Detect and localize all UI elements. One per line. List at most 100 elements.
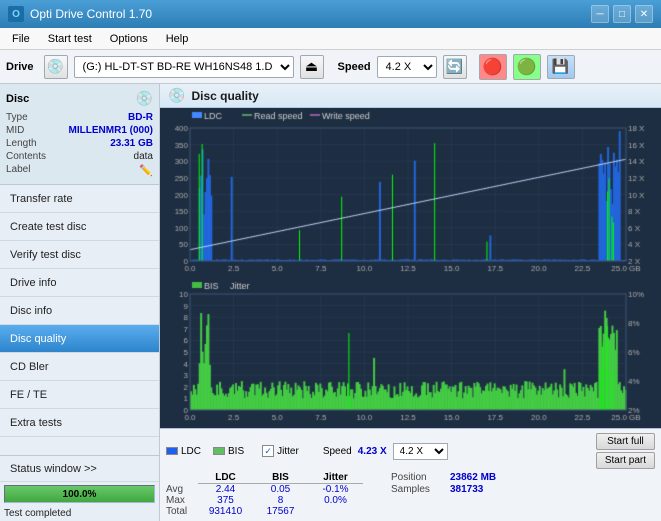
title-bar-left: O Opti Drive Control 1.70 [8,6,152,22]
speed-stat-value: 4.23 X [358,446,387,457]
toolbar: Drive 💿 (G:) HL-DT-ST BD-RE WH16NS48 1.D… [0,50,661,84]
progress-bar-container: 100.0% [4,485,155,503]
chart-ldc [160,108,661,279]
disc-mid-label: MID [6,125,24,136]
color-btn-green[interactable]: 🟢 [513,54,541,80]
stats-avg-row: Avg 2.44 0.05 -0.1% [166,484,363,496]
disc-contents-row: Contents data [6,150,153,163]
sidebar-item-cd-bler[interactable]: CD Bler [0,353,159,381]
speed-position-row: Position 23862 MB [391,472,496,483]
disc-quality-icon: 💿 [168,87,185,104]
charts-container [160,108,661,428]
drive-label: Drive [6,61,34,73]
start-full-button[interactable]: Start full [596,433,655,450]
legend-bis: BIS [213,446,244,457]
menu-options[interactable]: Options [102,31,156,47]
sidebar-item-disc-quality[interactable]: Disc quality [0,325,159,353]
disc-type-row: Type BD-R [6,111,153,124]
speed-stat-row: Speed 4.23 X 4.2 X [323,443,448,460]
main-layout: Disc 💿 Type BD-R MID MILLENMR1 (000) Len… [0,84,661,521]
disc-panel: Disc 💿 Type BD-R MID MILLENMR1 (000) Len… [0,84,159,185]
jitter-checkbox-row: ✓ Jitter [262,445,299,457]
progress-text: 100.0% [5,486,154,504]
max-jitter-value: 0.0% [308,495,363,506]
speed-select[interactable]: 4.2 X [377,56,437,78]
disc-cd-icon[interactable]: 💿 [136,90,153,107]
content-area: 💿 Disc quality LDC [160,84,661,521]
minimize-button[interactable]: ─ [591,5,609,23]
menu-start-test[interactable]: Start test [40,31,100,47]
jitter-col-header: Jitter [308,472,363,484]
bis-legend-label: BIS [228,446,244,457]
disc-quality-header: 💿 Disc quality [160,84,661,108]
position-stats: Position 23862 MB Samples 381733 [391,472,496,495]
sidebar-item-transfer-rate[interactable]: Transfer rate [0,185,159,213]
sidebar-footer: Status window >> 100.0% Test completed [0,455,159,521]
stats-table: LDC BIS Jitter Avg 2.44 0.05 -0.1% [166,472,363,517]
title-bar: O Opti Drive Control 1.70 ─ □ ✕ [0,0,661,28]
max-row-label: Max [166,495,198,506]
drive-icon-button[interactable]: 💿 [44,55,68,79]
title-bar-controls: ─ □ ✕ [591,5,653,23]
save-button[interactable]: 💾 [547,55,575,79]
stats-legend-row: LDC BIS ✓ Jitter Speed 4.23 X 4.2 X [166,433,655,469]
sidebar-item-drive-info[interactable]: Drive info [0,269,159,297]
samples-row: Samples 381733 [391,484,496,495]
sidebar-item-disc-info[interactable]: Disc info [0,297,159,325]
disc-length-row: Length 23.31 GB [6,137,153,150]
sidebar-item-fe-te[interactable]: FE / TE [0,381,159,409]
disc-mid-row: MID MILLENMR1 (000) [6,124,153,137]
disc-type-value: BD-R [128,112,153,123]
sidebar-item-verify-test-disc[interactable]: Verify test disc [0,241,159,269]
disc-quality-title: Disc quality [191,89,258,103]
disc-contents-label: Contents [6,151,46,162]
jitter-checkbox[interactable]: ✓ [262,445,274,457]
total-bis-value: 17567 [253,506,308,517]
samples-value: 381733 [450,484,483,495]
ldc-col-header: LDC [198,472,253,484]
disc-label-row: Label ✏️ [6,163,153,178]
chart-bis [160,279,661,428]
speed-stat-label: Speed [323,446,352,457]
disc-label-label: Label [6,164,30,177]
position-label: Position [391,472,446,483]
stats-legend: LDC BIS [166,446,244,457]
refresh-button[interactable]: 🔄 [443,55,467,79]
avg-ldc-value: 2.44 [198,484,253,496]
stats-total-row: Total 931410 17567 [166,506,363,517]
disc-edit-icon[interactable]: ✏️ [139,164,153,177]
disc-contents-value: data [134,151,153,162]
drive-select[interactable]: (G:) HL-DT-ST BD-RE WH16NS48 1.D3 [74,56,294,78]
menu-file[interactable]: File [4,31,38,47]
app-title: Opti Drive Control 1.70 [30,7,152,21]
maximize-button[interactable]: □ [613,5,631,23]
max-bis-value: 8 [253,495,308,506]
status-window-button[interactable]: Status window >> [0,456,159,482]
app-icon: O [8,6,24,22]
speed-stat-select[interactable]: 4.2 X [393,443,448,460]
menu-help[interactable]: Help [158,31,197,47]
ldc-legend-label: LDC [181,446,201,457]
disc-length-value: 23.31 GB [110,138,153,149]
samples-label: Samples [391,484,446,495]
avg-bis-value: 0.05 [253,484,308,496]
bis-legend-box [213,447,225,455]
total-row-label: Total [166,506,198,517]
sidebar-nav: Transfer rate Create test disc Verify te… [0,185,159,455]
bis-col-header: BIS [253,472,308,484]
total-ldc-value: 931410 [198,506,253,517]
total-jitter-value [308,506,363,517]
ldc-legend-box [166,447,178,455]
close-button[interactable]: ✕ [635,5,653,23]
sidebar-item-create-test-disc[interactable]: Create test disc [0,213,159,241]
test-completed-label: Test completed [0,506,159,521]
position-value: 23862 MB [450,472,496,483]
stats-table-row: LDC BIS Jitter Avg 2.44 0.05 -0.1% [166,472,655,517]
start-part-button[interactable]: Start part [596,452,655,469]
disc-mid-value: MILLENMR1 (000) [69,125,153,136]
color-btn-red[interactable]: 🔴 [479,54,507,80]
speed-label: Speed [338,61,371,73]
max-ldc-value: 375 [198,495,253,506]
eject-button[interactable]: ⏏ [300,55,324,79]
sidebar-item-extra-tests[interactable]: Extra tests [0,409,159,437]
